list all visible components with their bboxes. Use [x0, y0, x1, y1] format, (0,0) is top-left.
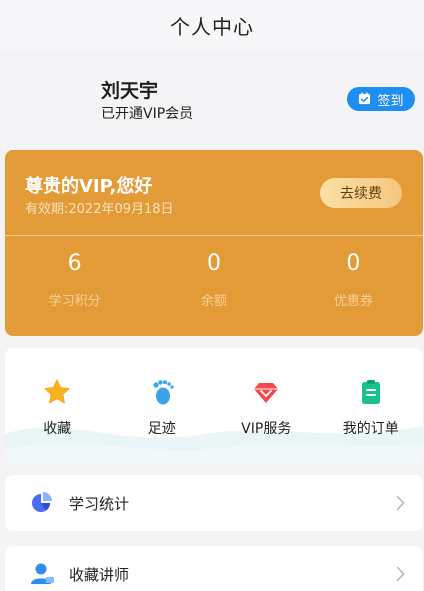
stat-value: 6	[67, 251, 82, 276]
vip-expiry: 有效期:2022年09月18日	[25, 202, 174, 217]
vip-status: 已开通VIP会员	[101, 106, 194, 122]
shortcut-footprints[interactable]: 足迹	[110, 378, 215, 438]
menu-item-learning-stats[interactable]: 学习统计	[5, 475, 423, 531]
shortcut-row: 收藏 足迹 VIP服务 我的订单	[5, 378, 423, 438]
stat-points[interactable]: 6 学习积分	[5, 250, 144, 309]
stat-value: 0	[346, 251, 361, 276]
profile-section: 刘天宇 已开通VIP会员 签到	[0, 50, 424, 140]
order-icon	[357, 378, 385, 410]
shortcut-label: 我的订单	[342, 421, 399, 437]
user-icon	[29, 562, 55, 586]
page-title: 个人中心	[170, 14, 254, 39]
vip-card: 尊贵的VIP,您好 有效期:2022年09月18日 去续费 6 学习积分 0 余…	[5, 150, 423, 336]
stat-balance[interactable]: 0 余额	[144, 250, 283, 309]
stat-label: 学习积分	[48, 294, 101, 309]
shortcut-label: VIP服务	[241, 421, 292, 437]
stat-label: 优惠券	[333, 294, 373, 309]
shortcut-my-orders[interactable]: 我的订单	[319, 378, 424, 438]
calendar-check-icon	[358, 90, 371, 109]
stat-label: 余额	[200, 294, 227, 309]
footprint-icon	[148, 378, 176, 410]
user-name: 刘天宇	[101, 80, 159, 102]
renew-label: 去续费	[340, 186, 382, 202]
shortcut-favorites[interactable]: 收藏	[5, 378, 110, 438]
nav-bar: 个人中心	[0, 0, 424, 50]
chevron-right-icon	[396, 495, 405, 511]
shortcut-label: 足迹	[147, 421, 176, 437]
stat-value: 0	[206, 251, 221, 276]
shortcut-vip-service[interactable]: VIP服务	[214, 378, 319, 438]
avatar[interactable]	[18, 64, 84, 130]
diamond-icon	[252, 378, 280, 410]
star-icon	[43, 378, 71, 410]
vip-greeting: 尊贵的VIP,您好	[25, 176, 153, 197]
vip-stats: 6 学习积分 0 余额 0 优惠券	[5, 250, 423, 309]
menu-label: 学习统计	[69, 494, 130, 513]
shortcut-panel: 收藏 足迹 VIP服务 我的订单	[5, 348, 423, 464]
signin-button[interactable]: 签到	[347, 87, 415, 111]
pie-chart-icon	[29, 491, 55, 515]
renew-button[interactable]: 去续费	[320, 178, 402, 208]
divider	[5, 235, 423, 236]
shortcut-label: 收藏	[43, 421, 72, 437]
signin-label: 签到	[377, 93, 404, 109]
menu-label: 收藏讲师	[69, 565, 130, 584]
chevron-right-icon	[396, 566, 405, 582]
menu-item-favorite-lecturers[interactable]: 收藏讲师	[5, 546, 423, 591]
stat-coupons[interactable]: 0 优惠券	[284, 250, 423, 309]
